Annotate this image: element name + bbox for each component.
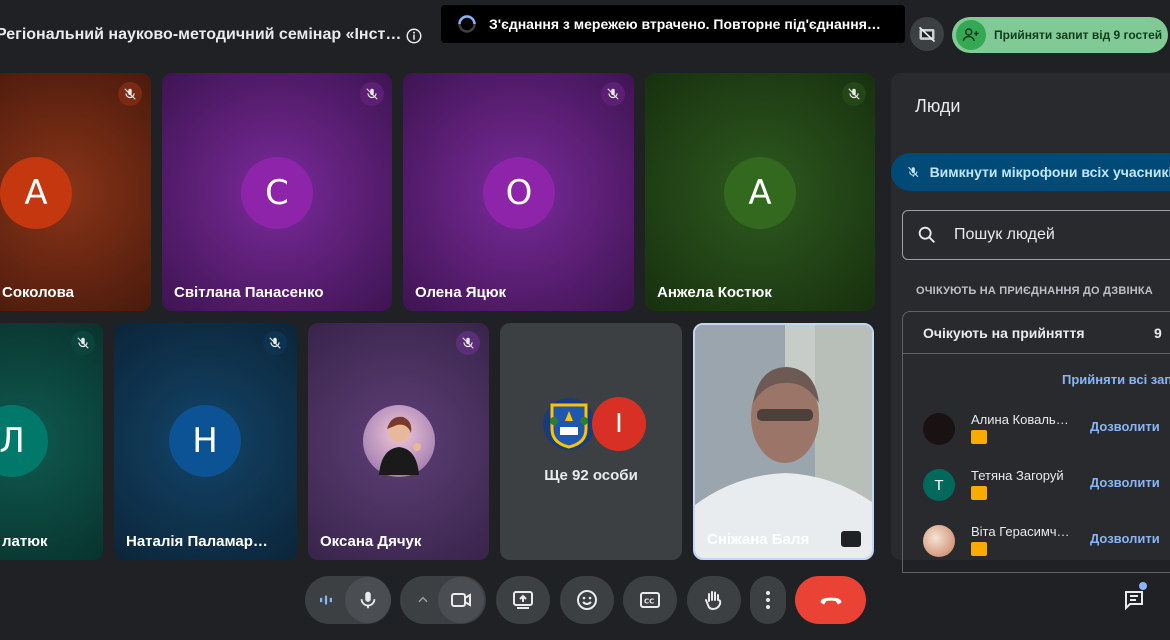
guest-name: Віта Герасимч… <box>971 524 1070 539</box>
participant-video-tile[interactable]: Сніжана Баля <box>693 323 874 560</box>
mic-off-icon <box>118 82 142 106</box>
video-camera-icon <box>451 593 471 607</box>
mic-control-group <box>305 576 391 624</box>
waiting-list: Очікують на прийняття 9 Прийняти всі зап… <box>902 311 1170 573</box>
video-off-icon <box>918 26 936 43</box>
participant-tile[interactable]: А Анжела Костюк <box>645 73 875 311</box>
pin-icon[interactable] <box>841 531 861 547</box>
avatar: І <box>592 397 646 451</box>
audio-level-icon <box>320 595 332 605</box>
participant-tile[interactable]: Оксана Дячук <box>308 323 489 560</box>
guest-name: Алина Коваль… <box>971 412 1069 427</box>
end-call-icon <box>820 597 841 605</box>
mic-off-icon <box>601 82 625 106</box>
avatar: А <box>724 157 796 229</box>
more-options-button[interactable] <box>750 576 786 624</box>
mic-off-icon <box>263 331 287 355</box>
participant-name: Світлана Панасенко <box>174 284 324 301</box>
guest-badge-icon <box>971 542 987 556</box>
svg-text:CC: CC <box>644 598 654 606</box>
camera-control-group <box>400 576 486 624</box>
connection-lost-banner: З'єднання з мережею втрачено. Повторне п… <box>441 5 905 43</box>
participant-name: латюк <box>2 533 48 550</box>
participant-tile[interactable]: А Соколова <box>0 73 151 311</box>
participant-tile[interactable]: О Олена Яцюк <box>403 73 634 311</box>
waiting-header[interactable]: Очікують на прийняття <box>923 325 1085 341</box>
admit-guests-button[interactable]: Прийняти запит від 9 гостей <box>952 17 1168 53</box>
chat-button[interactable] <box>1122 582 1147 612</box>
people-panel: Люди Вимкнути мікрофони всіх учасників П… <box>891 73 1170 573</box>
guest-badge-icon <box>971 430 987 444</box>
guest-avatar: Т <box>923 469 955 501</box>
avatar: Л <box>0 405 48 477</box>
chevron-up-icon[interactable] <box>416 593 430 607</box>
waiting-section-label: ОЧІКУЮТЬ НА ПРИЄДНАННЯ ДО ДЗВІНКА <box>916 285 1153 297</box>
camera-off-indicator[interactable] <box>910 17 944 51</box>
participant-name: Анжела Костюк <box>657 284 772 301</box>
present-screen-icon <box>513 591 533 609</box>
participant-tile[interactable]: С Світлана Панасенко <box>162 73 392 311</box>
emoji-icon <box>577 590 597 610</box>
people-search-input[interactable]: Пошук людей <box>902 210 1170 260</box>
raise-hand-button[interactable] <box>687 576 741 624</box>
allow-button[interactable]: Дозволити <box>1090 531 1160 546</box>
guest-avatar <box>923 413 955 445</box>
guest-row: Віта Герасимч… Дозволити <box>903 516 1170 566</box>
present-screen-button[interactable] <box>496 576 550 624</box>
end-call-button[interactable] <box>795 576 866 624</box>
participant-tile[interactable]: Л латюк <box>0 323 103 560</box>
avatar: Н <box>169 405 241 477</box>
chat-icon <box>1125 591 1143 611</box>
waiting-count: 9 <box>1154 325 1162 341</box>
reactions-button[interactable] <box>560 576 614 624</box>
participant-tile[interactable]: Н Наталія Паламар… <box>114 323 297 560</box>
mic-off-icon <box>908 166 919 178</box>
camera-button[interactable] <box>438 577 484 623</box>
mute-all-label: Вимкнути мікрофони всіх учасників <box>929 164 1170 180</box>
guest-badge-icon <box>971 486 987 500</box>
loading-spinner-icon <box>458 15 476 33</box>
mic-off-icon <box>842 82 866 106</box>
more-participants-tile[interactable]: І Ще 92 особи <box>500 323 682 560</box>
microphone-button[interactable] <box>345 577 391 623</box>
more-participants-label: Ще 92 особи <box>544 467 638 484</box>
mic-off-icon <box>71 331 95 355</box>
guest-row: Т Тетяна Загоруй Дозволити <box>903 460 1170 510</box>
search-icon <box>918 226 935 243</box>
guest-row: Алина Коваль… Дозволити <box>903 404 1170 454</box>
participant-name: Наталія Паламар… <box>126 533 268 550</box>
captions-button[interactable]: CC <box>623 576 677 624</box>
notification-dot <box>1139 582 1147 590</box>
mic-off-icon <box>456 331 480 355</box>
admit-button-label: Прийняти запит від 9 гостей <box>994 28 1163 42</box>
info-icon[interactable] <box>405 27 423 45</box>
panel-title: Люди <box>915 96 961 116</box>
microphone-icon <box>360 591 376 609</box>
allow-button[interactable]: Дозволити <box>1090 419 1160 434</box>
avatar: О <box>483 157 555 229</box>
emblem-avatar <box>543 398 595 450</box>
allow-button[interactable]: Дозволити <box>1090 475 1160 490</box>
mic-off-icon <box>360 82 384 106</box>
banner-text: З'єднання з мережею втрачено. Повторне п… <box>489 16 881 32</box>
admit-all-button[interactable]: Прийняти всі запити <box>1062 372 1170 387</box>
more-vertical-icon <box>766 591 770 609</box>
meeting-title: Регіональний науково-методичний семінар … <box>0 26 402 43</box>
mute-all-button[interactable]: Вимкнути мікрофони всіх учасників <box>891 153 1170 191</box>
avatar: С <box>241 157 313 229</box>
video-feed <box>695 325 872 558</box>
raise-hand-icon <box>705 591 722 611</box>
add-person-icon <box>956 20 986 50</box>
participant-name: Олена Яцюк <box>415 284 507 301</box>
avatar-photo <box>363 405 435 477</box>
participant-name: Оксана Дячук <box>320 533 422 550</box>
avatar: А <box>0 157 72 229</box>
participant-name: Соколова <box>2 284 74 301</box>
participant-name: Сніжана Баля <box>707 531 810 548</box>
guest-name: Тетяна Загоруй <box>971 468 1064 483</box>
guest-avatar <box>923 525 955 557</box>
search-placeholder: Пошук людей <box>954 226 1055 243</box>
closed-captions-icon: CC <box>640 592 660 608</box>
divider <box>903 353 1170 354</box>
